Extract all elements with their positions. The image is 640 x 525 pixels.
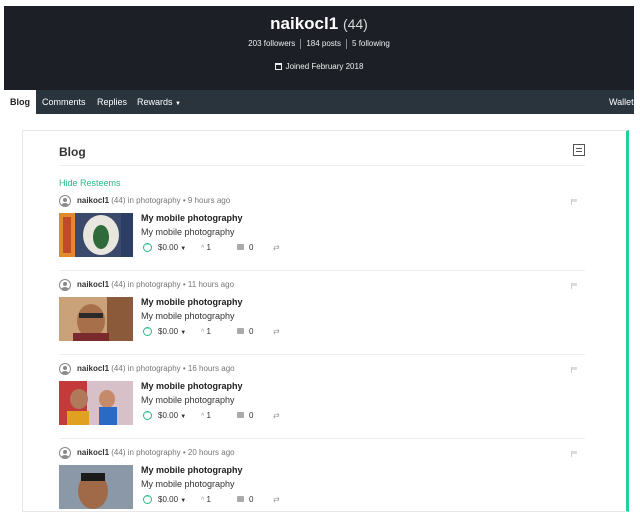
tab-replies[interactable]: Replies	[97, 90, 127, 114]
category-link[interactable]: in photography	[128, 280, 181, 289]
profile-nav: Blog Comments Replies Rewards ▼ Wallet	[4, 90, 634, 114]
blog-title: Blog	[59, 145, 86, 159]
profile-header: naikocl1 (44) 203 followers 184 posts 5 fo…	[4, 6, 634, 90]
post-title[interactable]: My mobile photography	[141, 381, 243, 391]
post-thumbnail[interactable]	[59, 297, 133, 341]
vote-count[interactable]: ^ 1	[201, 411, 211, 420]
category-link[interactable]: in photography	[128, 196, 181, 205]
flag-icon[interactable]	[571, 367, 578, 373]
profile-name: naikocl1 (44)	[4, 14, 634, 34]
avatar[interactable]	[59, 279, 71, 291]
post-meta: naikocl1 (44) in photography • 9 hours a…	[77, 196, 231, 205]
calendar-icon	[274, 63, 282, 70]
chevron-up-icon: ^	[201, 329, 205, 336]
author-link[interactable]: naikocl1	[77, 364, 109, 373]
chevron-down-icon: ▼	[180, 330, 187, 336]
profile-stats: 203 followers 184 posts 5 following	[4, 39, 634, 49]
chevron-down-icon: ▼	[180, 498, 187, 504]
avatar[interactable]	[59, 363, 71, 375]
comment-count[interactable]: 0	[237, 327, 253, 336]
divider	[59, 270, 585, 271]
payout[interactable]: $0.00 ▼	[158, 327, 186, 336]
tab-comments[interactable]: Comments	[42, 90, 86, 114]
divider	[59, 354, 585, 355]
tab-blog[interactable]: Blog	[4, 90, 36, 114]
author-link[interactable]: naikocl1	[77, 196, 109, 205]
timestamp: • 9 hours ago	[182, 196, 231, 205]
timestamp: • 11 hours ago	[182, 280, 235, 289]
following-link[interactable]: 5 following	[347, 39, 395, 48]
post-thumbnail[interactable]	[59, 213, 133, 257]
post-body[interactable]: My mobile photography	[141, 227, 235, 237]
comment-count[interactable]: 0	[237, 243, 253, 252]
post-title[interactable]: My mobile photography	[141, 297, 243, 307]
divider	[59, 165, 585, 166]
upvote-icon[interactable]: ⌃	[143, 243, 152, 252]
upvote-icon[interactable]: ⌃	[143, 495, 152, 504]
avatar[interactable]	[59, 195, 71, 207]
chevron-up-icon: ^	[201, 413, 205, 420]
post-meta: naikocl1 (44) in photography • 20 hours …	[77, 448, 235, 457]
list-item: naikocl1 (44) in photography • 9 hours a…	[59, 193, 585, 273]
divider	[59, 438, 585, 439]
posts-count: 184 posts	[306, 39, 342, 49]
flag-icon[interactable]	[571, 199, 578, 205]
chevron-down-icon: ▼	[180, 246, 187, 252]
category-link[interactable]: in photography	[128, 364, 181, 373]
payout[interactable]: $0.00 ▼	[158, 495, 186, 504]
timestamp: • 16 hours ago	[182, 364, 235, 373]
upvote-icon[interactable]: ⌃	[143, 411, 152, 420]
comment-icon	[237, 328, 244, 334]
comment-count[interactable]: 0	[237, 411, 253, 420]
post-thumbnail[interactable]	[59, 381, 133, 425]
username: naikocl1	[270, 14, 339, 33]
chevron-down-icon: ▼	[180, 414, 187, 420]
tab-rewards[interactable]: Rewards ▼	[137, 90, 181, 114]
chevron-down-icon: ▼	[175, 101, 181, 107]
hide-resteems-link[interactable]: Hide Resteems	[59, 178, 121, 188]
comment-count[interactable]: 0	[237, 495, 253, 504]
list-item: naikocl1 (44) in photography • 16 hours …	[59, 361, 585, 441]
chevron-up-icon: ^	[201, 245, 205, 252]
category-link[interactable]: in photography	[128, 448, 181, 457]
post-title[interactable]: My mobile photography	[141, 213, 243, 223]
upvote-icon[interactable]: ⌃	[143, 327, 152, 336]
reputation: (44)	[342, 16, 368, 32]
flag-icon[interactable]	[571, 283, 578, 289]
post-meta: naikocl1 (44) in photography • 11 hours …	[77, 280, 235, 289]
comment-icon	[237, 412, 244, 418]
post-body[interactable]: My mobile photography	[141, 395, 235, 405]
post-body[interactable]: My mobile photography	[141, 311, 235, 321]
list-view-icon[interactable]	[573, 144, 585, 156]
blog-card: Blog Hide Resteems naikocl1 (44) in phot…	[22, 130, 629, 512]
vote-count[interactable]: ^ 1	[201, 495, 211, 504]
vote-count[interactable]: ^ 1	[201, 327, 211, 336]
resteem-icon[interactable]: ⇄	[273, 411, 280, 420]
list-item: naikocl1 (44) in photography • 11 hours …	[59, 277, 585, 357]
joined-date: Joined February 2018	[4, 62, 634, 71]
payout[interactable]: $0.00 ▼	[158, 411, 186, 420]
post-body[interactable]: My mobile photography	[141, 479, 235, 489]
timestamp: • 20 hours ago	[182, 448, 235, 457]
comment-icon	[237, 244, 244, 250]
author-link[interactable]: naikocl1	[77, 280, 109, 289]
payout[interactable]: $0.00 ▼	[158, 243, 186, 252]
vote-count[interactable]: ^ 1	[201, 243, 211, 252]
tab-wallet[interactable]: Wallet	[609, 90, 634, 114]
author-link[interactable]: naikocl1	[77, 448, 109, 457]
chevron-up-icon: ^	[201, 497, 205, 504]
post-title[interactable]: My mobile photography	[141, 465, 243, 475]
resteem-icon[interactable]: ⇄	[273, 243, 280, 252]
post-thumbnail[interactable]	[59, 465, 133, 509]
flag-icon[interactable]	[571, 451, 578, 457]
post-meta: naikocl1 (44) in photography • 16 hours …	[77, 364, 235, 373]
followers-link[interactable]: 203 followers	[243, 39, 300, 48]
resteem-icon[interactable]: ⇄	[273, 495, 280, 504]
avatar[interactable]	[59, 447, 71, 459]
list-item: naikocl1 (44) in photography • 20 hours …	[59, 445, 585, 525]
resteem-icon[interactable]: ⇄	[273, 327, 280, 336]
